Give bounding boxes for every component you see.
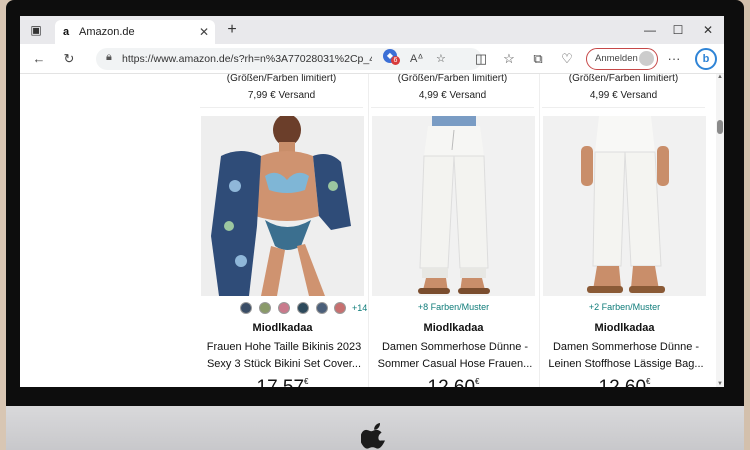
product-title-link[interactable]: Damen Sommerhose Dünne - Sommer Casual H… (376, 339, 534, 373)
color-swatch-6[interactable] (334, 302, 346, 314)
more-menu-icon[interactable]: ··· (665, 51, 683, 67)
maximize-icon[interactable]: ☐ (664, 20, 692, 40)
close-window-icon[interactable]: ✕ (694, 20, 722, 40)
product-title-line: Leinen Stoffhose Lässige Bag... (548, 358, 704, 370)
product-title-line: Sexy 3 Stück Bikini Set Cover... (206, 358, 362, 370)
bing-copilot-icon[interactable]: b (695, 48, 717, 70)
url-text[interactable]: https://www.amazon.de/s?rh=n%3A77028031%… (122, 48, 372, 70)
scroll-down-icon[interactable]: ▼ (716, 381, 724, 387)
sign-in-label: Anmelden (595, 53, 638, 64)
price-value: 12,60 (599, 377, 647, 387)
variant-count-link[interactable]: +2 Farben/Muster (543, 302, 706, 316)
shipping-cost: 4,99 € Versand (418, 90, 487, 101)
scrollbar-thumb[interactable] (717, 120, 723, 134)
search-results: (Größen/Farben limitiert) 7,99 € Versand… (20, 74, 716, 387)
toolbar: ← ↻ 🔒︎ https://www.amazon.de/s?rh=n%3A77… (20, 44, 724, 74)
close-tab-icon[interactable]: ✕ (199, 20, 209, 44)
prev-card-2-tail: (Größen/Farben limitiert) 4,99 € Versand (371, 74, 534, 108)
color-swatch-3[interactable] (278, 302, 290, 314)
product-title-line: Sommer Casual Hose Frauen... (377, 358, 533, 370)
favorites-icon[interactable]: ☆ (500, 51, 518, 67)
minimize-icon[interactable]: — (636, 20, 664, 40)
price-value: 12,60 (428, 377, 476, 387)
extension-icon[interactable]: ◆ 6 (383, 49, 400, 65)
product-brand: Miodlkadaa (594, 322, 655, 334)
product-price: 17,57€ (201, 377, 364, 387)
collections-icon[interactable]: ⧉ (529, 51, 547, 67)
product-image-bikini[interactable] (201, 116, 364, 296)
price-currency: € (475, 377, 480, 386)
vertical-scrollbar[interactable]: ▲ ▼ (716, 74, 724, 387)
product-title-line: Damen Sommerhose Dünne - (381, 341, 529, 353)
favorite-star-icon[interactable]: ☆ (436, 52, 446, 65)
product-title-link[interactable]: Frauen Hohe Taille Bikinis 2023 Sexy 3 S… (205, 339, 363, 373)
avatar-icon (639, 51, 654, 66)
title-bar: ▣ a Amazon.de ✕ + — ☐ ✕ (20, 16, 724, 44)
extension-badge-count: 6 (391, 56, 400, 65)
browser-window: ▣ a Amazon.de ✕ + — ☐ ✕ ← ↻ 🔒︎ https://w… (20, 16, 724, 387)
left-filter-column (20, 74, 196, 387)
product-card-3[interactable]: +2 Farben/Muster Miodlkadaa Damen Sommer… (543, 116, 706, 387)
color-swatch-4[interactable] (297, 302, 309, 314)
product-image-pants-2[interactable] (543, 116, 706, 296)
new-tab-icon[interactable]: + (222, 20, 242, 40)
more-swatches-link[interactable]: +14 (352, 302, 367, 314)
product-image-pants-1[interactable] (372, 116, 535, 296)
availability-note: (Größen/Farben limitiert) (226, 74, 337, 84)
shipping-cost: 7,99 € Versand (247, 90, 316, 101)
variant-count-link[interactable]: +8 Farben/Muster (372, 302, 535, 316)
scroll-up-icon[interactable]: ▲ (716, 74, 724, 80)
price-currency: € (646, 377, 651, 386)
product-title-link[interactable]: Damen Sommerhose Dünne - Leinen Stoffhos… (547, 339, 705, 373)
price-value: 17,57 (257, 377, 305, 387)
sign-in-button[interactable]: Anmelden (586, 48, 658, 70)
shipping-cost: 4,99 € Versand (589, 90, 658, 101)
product-price: 12,60€ (543, 377, 706, 387)
prev-card-3-tail: (Größen/Farben limitiert) 4,99 € Versand (542, 74, 705, 108)
color-swatch-5[interactable] (316, 302, 328, 314)
tab-title: Amazon.de (79, 26, 135, 38)
column-divider (539, 74, 540, 387)
amazon-favicon-icon: a (63, 26, 70, 38)
product-brand: Miodlkadaa (423, 322, 484, 334)
product-price: 12,60€ (372, 377, 535, 387)
refresh-icon[interactable]: ↻ (60, 51, 78, 67)
availability-note: (Größen/Farben limitiert) (397, 74, 508, 84)
sidebar-toggle-icon[interactable]: ▣ (28, 22, 44, 38)
color-swatch-2[interactable] (259, 302, 271, 314)
back-icon[interactable]: ← (30, 51, 48, 67)
product-card-1[interactable]: +14 Miodlkadaa Frauen Hohe Taille Bikini… (201, 116, 367, 387)
read-aloud-icon[interactable]: Aᐞ (410, 52, 423, 65)
product-title-line: Damen Sommerhose Dünne - (552, 341, 700, 353)
split-screen-icon[interactable]: ◫ (472, 51, 490, 67)
price-currency: € (304, 377, 309, 386)
apple-logo-icon (361, 423, 385, 449)
lock-icon: 🔒︎ (106, 51, 112, 63)
tab-amazon[interactable]: a Amazon.de ✕ (55, 20, 215, 44)
availability-note: (Größen/Farben limitiert) (568, 74, 679, 84)
color-swatch-1[interactable] (240, 302, 252, 314)
address-bar[interactable]: 🔒︎ https://www.amazon.de/s?rh=n%3A770280… (96, 48, 482, 70)
product-brand: Miodlkadaa (252, 322, 313, 334)
column-divider (368, 74, 369, 387)
product-title-line: Frauen Hohe Taille Bikinis 2023 (206, 341, 362, 353)
prev-card-1-tail: (Größen/Farben limitiert) 7,99 € Versand (200, 74, 363, 108)
product-card-2[interactable]: +8 Farben/Muster Miodlkadaa Damen Sommer… (372, 116, 535, 387)
browser-essentials-icon[interactable]: ♡ (558, 51, 576, 67)
